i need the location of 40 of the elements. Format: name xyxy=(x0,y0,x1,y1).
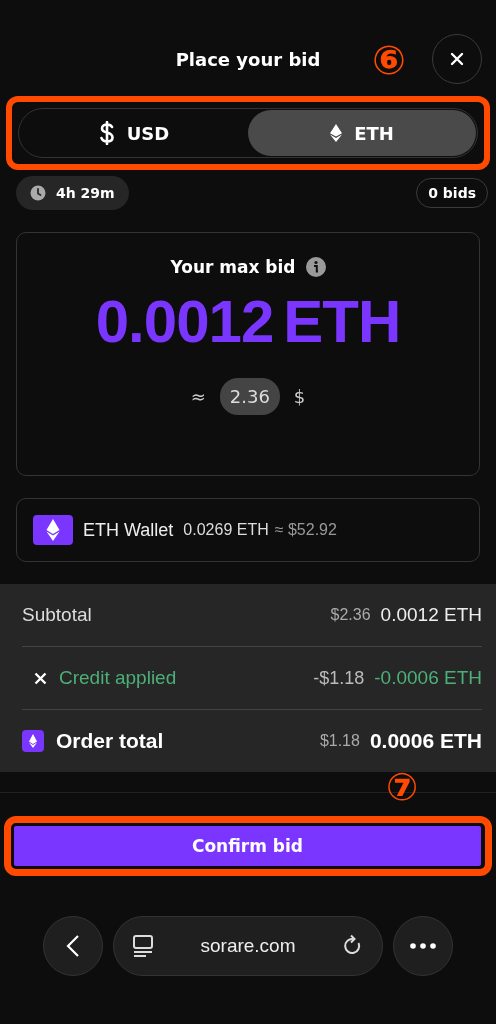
wallet-fiat: ≈ $52.92 xyxy=(274,521,337,539)
close-icon[interactable] xyxy=(34,671,47,685)
wallet-card[interactable]: ETH Wallet 0.0269 ETH ≈ $52.92 xyxy=(16,498,480,562)
bid-unit: ETH xyxy=(283,287,401,356)
max-bid-label: Your max bid xyxy=(170,257,296,277)
close-icon xyxy=(450,52,464,66)
dialog-title: Place your bid xyxy=(175,48,321,70)
currency-tab[interactable]: ETH xyxy=(248,110,476,156)
summary-eth: 0.0006 ETH xyxy=(369,729,482,753)
back-icon xyxy=(66,934,80,958)
summary-fiat: -$1.18 xyxy=(313,667,365,689)
fiat-symbol: $ xyxy=(293,386,306,407)
summary-fiat: $2.36 xyxy=(330,606,371,624)
dollar-icon xyxy=(98,121,115,145)
url-text: sorare.com xyxy=(200,935,296,957)
fiat-value[interactable]: 2.36 xyxy=(219,378,280,415)
step-marker: ⑥ xyxy=(372,40,406,80)
currency-tab[interactable]: USD xyxy=(20,110,248,156)
bid-amount[interactable]: 0.0012 xyxy=(95,287,274,356)
time-left: 4h 29m xyxy=(56,185,115,201)
summary-label: Credit applied xyxy=(59,667,177,689)
tabs-icon[interactable] xyxy=(132,934,154,958)
approx-sign: ≈ xyxy=(190,386,206,407)
ethereum-icon xyxy=(330,124,343,142)
ethereum-icon xyxy=(33,515,73,545)
clock-icon xyxy=(30,185,46,201)
step-marker: ⑦ xyxy=(386,768,419,806)
wallet-name: ETH Wallet xyxy=(83,519,174,541)
ethereum-icon xyxy=(22,730,44,752)
summary-eth: 0.0012 ETH xyxy=(380,604,482,626)
wallet-balance: 0.0269 ETH xyxy=(183,521,269,539)
info-icon[interactable] xyxy=(305,257,326,277)
summary-fiat: $1.18 xyxy=(319,732,360,750)
more-icon xyxy=(410,943,436,949)
confirm-button[interactable]: Confirm bid xyxy=(14,826,481,866)
close-button[interactable] xyxy=(432,34,482,84)
summary-label: Order total xyxy=(56,729,164,753)
address-bar[interactable]: sorare.com xyxy=(113,916,383,976)
summary-label: Subtotal xyxy=(22,604,92,626)
summary-eth: -0.0006 ETH xyxy=(374,667,482,689)
